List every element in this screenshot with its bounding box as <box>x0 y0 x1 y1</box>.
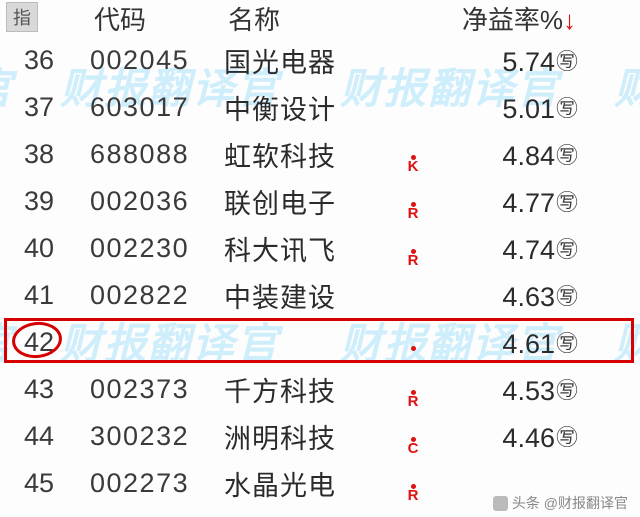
row-rate: 4.63㊢ <box>432 279 612 313</box>
table-header: 指 代码 名称 净益率%↓ <box>0 0 640 37</box>
row-code: 300232 <box>90 421 224 452</box>
table-row[interactable]: 43002373千方科技R4.53㊢ <box>0 366 640 413</box>
row-code: 002822 <box>90 280 224 311</box>
table-row[interactable]: 36002045国光电器 5.74㊢ <box>0 37 640 84</box>
row-mark: R <box>394 371 432 408</box>
chart-glyph-icon: ㊢ <box>556 138 578 170</box>
row-code: 002230 <box>90 233 224 264</box>
table-row[interactable]: 42 4.61㊢ <box>0 319 640 366</box>
table-body: 36002045国光电器 5.74㊢ 37603017中衡设计 5.01㊢ 386880… <box>0 37 640 507</box>
row-index: 45 <box>0 468 90 499</box>
row-rate: 4.84㊢ <box>432 138 612 172</box>
header-rate-label: 净益率% <box>462 5 563 35</box>
row-name: 联创电子 <box>224 182 394 221</box>
row-code: 002373 <box>90 374 224 405</box>
row-name: 中衡设计 <box>224 88 394 127</box>
row-rate: 4.74㊢ <box>432 232 612 266</box>
row-name: 千方科技 <box>224 370 394 409</box>
header-name[interactable]: 名称 <box>228 0 398 37</box>
row-index: 41 <box>0 280 90 311</box>
sort-down-icon: ↓ <box>563 5 576 35</box>
index-tab[interactable]: 指 <box>6 2 38 32</box>
row-mark: C <box>394 418 432 455</box>
row-code: 002273 <box>90 468 224 499</box>
row-name: 洲明科技 <box>224 417 394 456</box>
row-index: 42 <box>0 327 90 358</box>
row-rate: 5.74㊢ <box>432 44 612 78</box>
footer-credit: 头条 @财报翻译官 <box>493 493 628 513</box>
row-rate: 4.61㊢ <box>432 326 612 360</box>
header-rate[interactable]: 净益率%↓ <box>398 0 588 37</box>
row-rate: 5.01㊢ <box>432 91 612 125</box>
row-name: 科大讯飞 <box>224 229 394 268</box>
chart-glyph-icon: ㊢ <box>556 232 578 264</box>
footer-source: 头条 @财报翻译官 <box>512 493 628 513</box>
table-row[interactable]: 39002036联创电子R4.77㊢ <box>0 178 640 225</box>
table-row[interactable]: 44300232洲明科技C4.46㊢ <box>0 413 640 460</box>
row-name: 中装建设 <box>224 276 394 315</box>
row-code: 002036 <box>90 186 224 217</box>
row-code: 688088 <box>90 139 224 170</box>
row-mark: K <box>394 136 432 173</box>
row-mark: R <box>394 183 432 220</box>
chart-glyph-icon: ㊢ <box>556 185 578 217</box>
row-code: 603017 <box>90 92 224 123</box>
row-rate: 4.53㊢ <box>432 373 612 407</box>
row-index: 40 <box>0 233 90 264</box>
row-index: 39 <box>0 186 90 217</box>
row-index: 38 <box>0 139 90 170</box>
chart-glyph-icon: ㊢ <box>556 44 578 76</box>
row-name: 水晶光电 <box>224 464 394 503</box>
row-index: 37 <box>0 92 90 123</box>
row-index: 43 <box>0 374 90 405</box>
row-name: 虹软科技 <box>224 135 394 174</box>
header-code[interactable]: 代码 <box>94 0 228 37</box>
row-mark <box>394 327 432 358</box>
chart-glyph-icon: ㊢ <box>556 420 578 452</box>
source-icon <box>493 496 508 511</box>
row-rate: 4.46㊢ <box>432 420 612 454</box>
table-row[interactable]: 41002822中装建设 4.63㊢ <box>0 272 640 319</box>
chart-glyph-icon: ㊢ <box>556 91 578 123</box>
chart-glyph-icon: ㊢ <box>556 326 578 358</box>
stock-table-screenshot: 官 财报翻译官 财报翻译官 财 官 财报翻译官 财报翻译官 财 指 代码 名称 … <box>0 0 640 517</box>
row-rate: 4.77㊢ <box>432 185 612 219</box>
row-index: 36 <box>0 45 90 76</box>
row-code: 002045 <box>90 45 224 76</box>
row-index: 44 <box>0 421 90 452</box>
table-row[interactable]: 37603017中衡设计 5.01㊢ <box>0 84 640 131</box>
table-row[interactable]: 40002230科大讯飞R4.74㊢ <box>0 225 640 272</box>
chart-glyph-icon: ㊢ <box>556 279 578 311</box>
row-mark: R <box>394 230 432 267</box>
table-row[interactable]: 38688088虹软科技K4.84㊢ <box>0 131 640 178</box>
chart-glyph-icon: ㊢ <box>556 373 578 405</box>
row-mark: R <box>394 465 432 502</box>
row-name: 国光电器 <box>224 41 394 80</box>
